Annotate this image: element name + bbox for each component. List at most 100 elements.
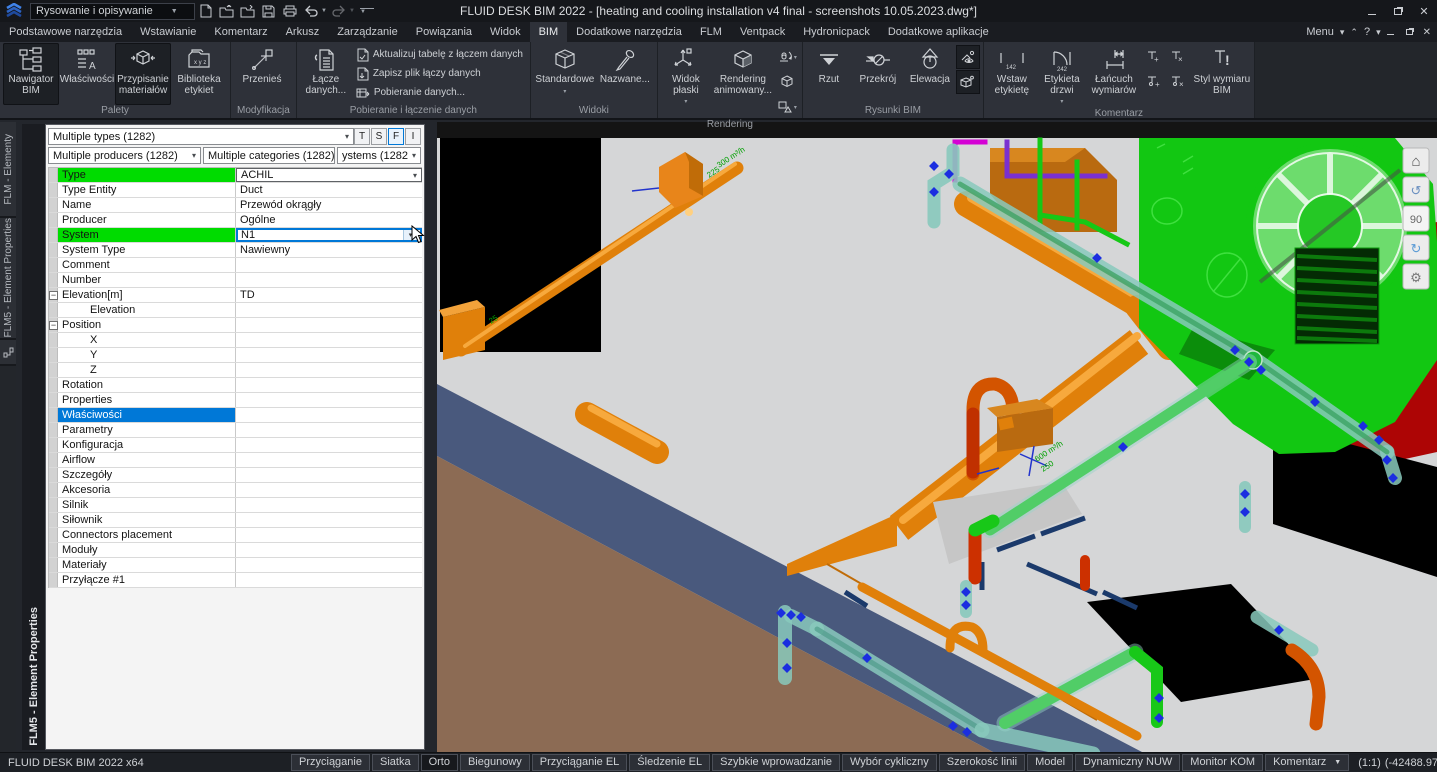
prop-row-przylacze-1[interactable]: Przyłącze #1 (49, 573, 422, 588)
prop-row-connectors-placement[interactable]: Connectors placement (49, 528, 422, 543)
show-section-icon[interactable] (956, 45, 980, 69)
tab-zarzadzanie[interactable]: Zarządzanie (328, 22, 407, 42)
rzut-button[interactable]: Rzut (806, 43, 852, 105)
toggle-siatka[interactable]: Siatka (372, 754, 419, 771)
toggle-szerokosc-linii[interactable]: Szerokość linii (939, 754, 1025, 771)
przenies-button[interactable]: Przenieś (234, 43, 290, 105)
qat-customize-icon[interactable]: ▼ (360, 8, 374, 15)
prop-row-x[interactable]: X (49, 333, 422, 348)
tab-widok[interactable]: Widok (481, 22, 530, 42)
toggle-dynamiczny-nuw[interactable]: Dynamiczny NUW (1075, 754, 1180, 771)
prop-row-silnik[interactable]: Silnik (49, 498, 422, 513)
dim-add-icon[interactable]: + (1141, 45, 1165, 69)
prop-row-elevation[interactable]: Elevation (49, 303, 422, 318)
prop-row-rotation[interactable]: Rotation (49, 378, 422, 393)
redo-caret-icon[interactable]: ▼ (349, 8, 356, 14)
toggle-przyciaganie[interactable]: Przyciąganie (291, 754, 370, 771)
prop-row-y[interactable]: Y (49, 348, 422, 363)
system-dropdown-button[interactable]: ▾ (403, 230, 417, 240)
show-model-icon[interactable] (956, 70, 980, 94)
draw-order-icon[interactable]: ▾ (775, 95, 799, 119)
nav-home-button[interactable]: ⌂ (1403, 148, 1429, 173)
tab-arkusz[interactable]: Arkusz (277, 22, 329, 42)
nav-orbit-right-button[interactable]: ↻ (1403, 235, 1429, 260)
dim-point-remove-icon[interactable]: × (1165, 69, 1189, 93)
undo-icon[interactable] (300, 2, 321, 20)
toggle-model[interactable]: Model (1027, 754, 1073, 771)
przekroj-button[interactable]: Przekrój (852, 43, 904, 105)
prop-row-moduly[interactable]: Moduły (49, 543, 422, 558)
etykieta-drzwi-button[interactable]: 242 Etykieta drzwi (1037, 43, 1087, 108)
dim-point-add-icon[interactable]: + (1141, 69, 1165, 93)
workspace-select[interactable]: Rysowanie i opisywanie ▼ (30, 3, 195, 20)
prop-row-konfiguracja[interactable]: Konfiguracja (49, 438, 422, 453)
prop-row-silownik[interactable]: Siłownik (49, 513, 422, 528)
nav-rotate-90-button[interactable]: 90 (1403, 206, 1429, 231)
rendering-animowany-button[interactable]: Rendering animowany... (711, 43, 775, 119)
view-t-button[interactable]: T (354, 128, 370, 145)
nawigator-bim-button[interactable]: Nawigator BIM (3, 43, 59, 105)
lancuch-wymiarow-button[interactable]: Łańcuch wymiarów (1087, 43, 1141, 108)
ribbon-collapse-icon[interactable]: ⌃ (1350, 27, 1358, 38)
lacze-danych-button[interactable]: Łącze danych... (300, 43, 352, 105)
prop-row-akcesoria[interactable]: Akcesoria (49, 483, 422, 498)
prop-row-type-entity[interactable]: Type EntityDuct (49, 183, 422, 198)
prop-row-parametry[interactable]: Parametry (49, 423, 422, 438)
viewport-3d[interactable]: 600 m³/h 250 300 m³/h 225 25 ⌂ ↺ 90 ↻ ⚙ (437, 122, 1437, 752)
nav-settings-button[interactable]: ⚙ (1403, 264, 1429, 289)
tab-dodatkowe-aplikacje[interactable]: Dodatkowe aplikacje (879, 22, 998, 42)
system-value-input[interactable]: N1▾ (236, 228, 422, 242)
aktualizuj-tabele-button[interactable]: Aktualizuj tabelę z łączem danych (352, 45, 527, 64)
tab-komentarz[interactable]: Komentarz (205, 22, 276, 42)
producers-filter-select[interactable]: Multiple producers (1282) ▾ (48, 147, 201, 164)
collapse-icon[interactable] (49, 291, 58, 300)
tab-powiazania[interactable]: Powiązania (407, 22, 481, 42)
prop-row-materialy[interactable]: Materiały (49, 558, 422, 573)
lock-view-icon[interactable]: ▾ (775, 45, 799, 69)
toggle-biegunowy[interactable]: Biegunowy (460, 754, 530, 771)
plot-icon[interactable] (279, 2, 300, 20)
widok-plaski-button[interactable]: Widok płaski (661, 43, 711, 119)
komentarz-dropdown[interactable]: Komentarz ▼ (1265, 754, 1349, 771)
prop-row-wlasciwosci[interactable]: Właściwości (49, 408, 422, 423)
restore-button[interactable] (1385, 1, 1411, 22)
import-file-icon[interactable] (237, 2, 258, 20)
toggle-szybkie-wprowadzanie[interactable]: Szybkie wprowadzanie (712, 754, 840, 771)
new-file-icon[interactable] (195, 2, 216, 20)
prop-row-comment[interactable]: Comment (49, 258, 422, 273)
prop-row-producer[interactable]: ProducerOgólne (49, 213, 422, 228)
toggle-monitor-kom[interactable]: Monitor KOM (1182, 754, 1263, 771)
toggle-wybor-cykliczny[interactable]: Wybór cykliczny (842, 754, 937, 771)
tab-flm-elementy[interactable]: FLM - Elementy (0, 122, 16, 218)
types-filter-select[interactable]: Multiple types (1282) ▾ (48, 128, 354, 145)
menu-button[interactable]: Menu (1306, 26, 1334, 38)
tab-ventpack[interactable]: Ventpack (731, 22, 794, 42)
elewacja-button[interactable]: Elewacja (904, 43, 956, 105)
tab-podstawowe-narzedzia[interactable]: Podstawowe narzędzia (0, 22, 131, 42)
toggle-przyciaganie-el[interactable]: Przyciąganie EL (532, 754, 628, 771)
tab-flm[interactable]: FLM (691, 22, 731, 42)
collapse-icon[interactable] (49, 321, 58, 330)
prop-row-elevation-m[interactable]: Elevation[m]TD (49, 288, 422, 303)
doc-close-button[interactable]: ✕ (1423, 27, 1431, 38)
type-value-select[interactable]: ACHIL▾ (236, 168, 422, 182)
panel-caption-bar[interactable]: FLM5 - Element Properties (22, 124, 45, 750)
minimize-button[interactable] (1359, 1, 1385, 22)
toggle-orto[interactable]: Orto (421, 754, 458, 771)
tab-dodatkowe-narzedzia[interactable]: Dodatkowe narzędzia (567, 22, 691, 42)
view-i-button[interactable]: I (405, 128, 421, 145)
zapisz-plik-laczy-button[interactable]: Zapisz plik łączy danych (352, 64, 527, 83)
tab-diagram-icon[interactable] (0, 340, 16, 366)
close-button[interactable]: ✕ (1411, 1, 1437, 22)
save-icon[interactable] (258, 2, 279, 20)
biblioteka-etykiet-button[interactable]: x y z Biblioteka etykiet (171, 43, 227, 105)
dim-remove-icon[interactable]: × (1165, 45, 1189, 69)
prop-row-position[interactable]: Position (49, 318, 422, 333)
view-s-button[interactable]: S (371, 128, 387, 145)
wstaw-etykiete-button[interactable]: 142 Wstaw etykietę (987, 43, 1037, 108)
doc-restore-button[interactable] (1406, 29, 1413, 35)
przypisanie-materialow-button[interactable]: Przypisanie materiałów (115, 43, 171, 105)
prop-row-number[interactable]: Number (49, 273, 422, 288)
prop-row-type[interactable]: TypeACHIL▾ (49, 168, 422, 183)
prop-row-system[interactable]: SystemN1▾ (49, 228, 422, 243)
